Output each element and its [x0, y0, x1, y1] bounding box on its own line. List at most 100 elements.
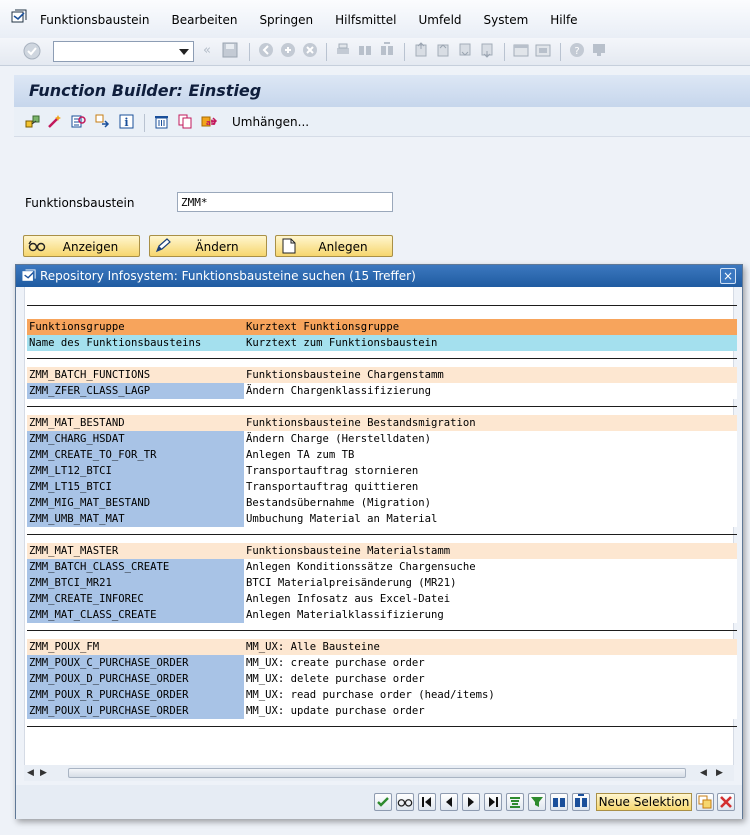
anzeigen-button[interactable]: Anzeigen [23, 235, 140, 257]
header-name-funktionsbaustein: Name des Funktionsbausteins [27, 335, 244, 351]
test-execute-icon[interactable] [24, 113, 41, 133]
function-text: Anlegen Materialklassifizierung [244, 607, 737, 623]
info-icon[interactable]: i [118, 113, 135, 133]
list-item[interactable]: ZMM_CHARG_HSDAT Ändern Charge (Herstelld… [27, 431, 737, 447]
first-page-icon[interactable] [418, 793, 436, 811]
first-page-icon[interactable] [413, 42, 429, 61]
glasses-icon[interactable] [396, 793, 414, 811]
confirm-check-icon[interactable] [374, 793, 392, 811]
dialog-menu-icon[interactable] [22, 269, 36, 286]
sap-menu-icon[interactable] [11, 9, 27, 28]
list-item[interactable]: ZMM_POUX_D_PURCHASE_ORDER MM_UX: delete … [27, 671, 737, 687]
find-icon[interactable] [550, 793, 568, 811]
scroll-left-icon[interactable]: ◀ [27, 768, 34, 778]
scroll-right-icon[interactable]: ▶ [716, 768, 723, 778]
function-name: ZMM_CHARG_HSDAT [27, 431, 244, 447]
function-name: ZMM_UMB_MAT_MAT [27, 511, 244, 527]
close-icon[interactable]: × [720, 268, 736, 284]
aendern-button[interactable]: Ändern [149, 235, 267, 257]
copy-window-icon[interactable] [696, 793, 714, 811]
menu-bearbeiten[interactable]: Bearbeiten [172, 13, 238, 27]
neue-selektion-button[interactable]: Neue Selektion [596, 793, 692, 811]
where-used-icon[interactable] [70, 113, 87, 133]
help-icon[interactable]: ? [569, 42, 585, 61]
list-item[interactable]: ZMM_ZFER_CLASS_LAGP Ändern Chargenklassi… [27, 383, 737, 399]
copy-icon[interactable] [177, 113, 194, 133]
group-row[interactable]: ZMM_MAT_MASTER Funktionsbausteine Materi… [27, 543, 737, 559]
list-item[interactable]: ZMM_POUX_C_PURCHASE_ORDER MM_UX: create … [27, 655, 737, 671]
cancel-icon[interactable] [302, 42, 318, 61]
cancel-x-icon[interactable] [717, 793, 735, 811]
other-object-icon[interactable] [94, 113, 111, 133]
list-divider [27, 399, 737, 415]
list-item[interactable]: ZMM_POUX_R_PURCHASE_ORDER MM_UX: read pu… [27, 687, 737, 703]
customize-layout-icon[interactable] [591, 42, 607, 61]
command-field[interactable] [53, 41, 194, 62]
menu-hilfsmittel[interactable]: Hilfsmittel [335, 13, 396, 27]
rename-icon[interactable]: ab [201, 113, 218, 133]
save-icon[interactable] [222, 42, 238, 61]
sort-icon[interactable] [506, 793, 524, 811]
menu-springen[interactable]: Springen [259, 13, 313, 27]
filter-icon[interactable] [528, 793, 546, 811]
list-item[interactable]: ZMM_CREATE_INFOREC Anlegen Infosatz aus … [27, 591, 737, 607]
find-icon[interactable] [357, 42, 373, 61]
list-item[interactable]: ZMM_CREATE_TO_FOR_TR Anlegen TA zum TB [27, 447, 737, 463]
menu-umfeld[interactable]: Umfeld [418, 13, 461, 27]
menu-funktionsbaustein[interactable]: Funktionsbaustein [40, 13, 150, 27]
repository-infosystem-dialog: Repository Infosystem: Funktionsbaustein… [15, 264, 743, 819]
enter-check-icon[interactable] [23, 42, 41, 63]
back-icon[interactable] [258, 42, 274, 61]
group-row[interactable]: ZMM_POUX_FM MM_UX: Alle Bausteine [27, 639, 737, 655]
find-next-icon[interactable] [572, 793, 590, 811]
group-name: ZMM_POUX_FM [27, 639, 244, 655]
list-item[interactable]: ZMM_LT12_BTCI Transportauftrag storniere… [27, 463, 737, 479]
function-text: Anlegen Konditionssätze Chargensuche [244, 559, 737, 575]
shortcut-icon[interactable] [535, 42, 551, 61]
previous-page-icon[interactable] [435, 42, 451, 61]
header-funktionsgruppe: Funktionsgruppe [29, 321, 125, 333]
list-item[interactable]: ZMM_POUX_U_PURCHASE_ORDER MM_UX: update … [27, 703, 737, 719]
new-session-icon[interactable] [513, 42, 529, 61]
title-bar: Function Builder: Einstieg [14, 75, 750, 107]
function-text: MM_UX: read purchase order (head/items) [244, 687, 737, 703]
horizontal-scrollbar[interactable]: ◀ ▶ ◀ ▶ [24, 765, 734, 781]
find-next-icon[interactable] [379, 42, 395, 61]
list-item[interactable]: ZMM_MIG_MAT_BESTAND Bestandsübernahme (M… [27, 495, 737, 511]
list-item[interactable]: ZMM_UMB_MAT_MAT Umbuchung Material an Ma… [27, 511, 737, 527]
previous-page-icon[interactable] [440, 793, 458, 811]
print-icon[interactable] [335, 42, 351, 61]
header-kurztext-funktionsbaustein: Kurztext zum Funktionsbaustein [244, 335, 737, 351]
umhaengen-button[interactable]: Umhängen... [232, 115, 309, 129]
function-text: MM_UX: create purchase order [244, 655, 737, 671]
list-item[interactable]: ZMM_LT15_BTCI Transportauftrag quittiere… [27, 479, 737, 495]
next-page-icon[interactable] [462, 793, 480, 811]
list-item[interactable]: ZMM_MAT_CLASS_CREATE Anlegen Materialkla… [27, 607, 737, 623]
back-double-chevron-icon: « [203, 43, 211, 58]
funktionsbaustein-input[interactable]: ZMM* [177, 192, 393, 212]
function-text: MM_UX: delete purchase order [244, 671, 737, 687]
exit-icon[interactable] [280, 42, 296, 61]
scroll-left-icon[interactable]: ◀ [700, 768, 707, 778]
anlegen-button[interactable]: Anlegen [275, 235, 393, 257]
scrollbar-thumb[interactable] [68, 768, 686, 778]
function-text: Bestandsübernahme (Migration) [244, 495, 737, 511]
chevron-down-icon[interactable] [179, 49, 189, 55]
menu-system[interactable]: System [484, 13, 529, 27]
group-row[interactable]: ZMM_BATCH_FUNCTIONS Funktionsbausteine C… [27, 367, 737, 383]
list-item[interactable]: ZMM_BTCI_MR21 BTCI Materialpreisänderung… [27, 575, 737, 591]
delete-icon[interactable] [153, 113, 170, 133]
function-name: ZMM_MIG_MAT_BESTAND [27, 495, 244, 511]
group-row[interactable]: ZMM_MAT_BESTAND Funktionsbausteine Besta… [27, 415, 737, 431]
menu-hilfe[interactable]: Hilfe [550, 13, 577, 27]
list-divider [27, 719, 737, 727]
dialog-title: Repository Infosystem: Funktionsbaustein… [40, 269, 416, 283]
function-name: ZMM_LT15_BTCI [27, 479, 244, 495]
wand-icon[interactable] [46, 113, 63, 133]
last-page-icon[interactable] [479, 42, 495, 61]
header-row-group: Funktionsgruppe Kurztext Funktionsgruppe [27, 319, 737, 335]
scroll-right-icon[interactable]: ▶ [40, 768, 47, 778]
last-page-icon[interactable] [484, 793, 502, 811]
list-item[interactable]: ZMM_BATCH_CLASS_CREATE Anlegen Kondition… [27, 559, 737, 575]
next-page-icon[interactable] [457, 42, 473, 61]
